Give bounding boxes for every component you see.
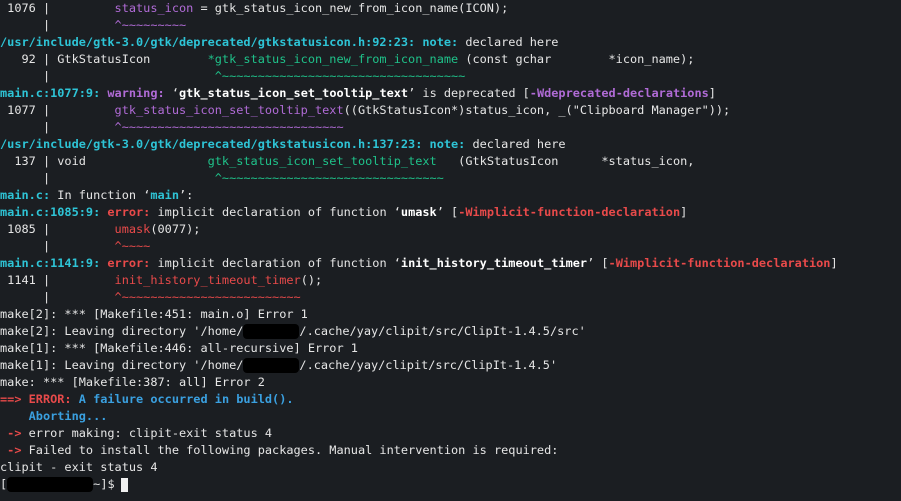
- output-line: | ^~~~~~~~~~: [0, 18, 187, 32]
- output-line: 1077 | gtk_status_icon_set_tooltip_text(…: [0, 103, 731, 117]
- redacted-hostname: xxxxxxxxx: [7, 477, 94, 492]
- output-line: clipit - exit status 4: [0, 460, 158, 474]
- output-line: | ^~~~~~~~~~~~~~~~~~~~~~~~~~~~~~~~: [0, 120, 344, 134]
- shell-prompt[interactable]: [xxxxxxxxx~]$: [0, 476, 901, 493]
- output-line: main.c: In function ‘main’:: [0, 188, 194, 202]
- output-line: main.c:1141:9: error: implicit declarati…: [0, 256, 838, 270]
- output-line: make[2]: *** [Makefile:451: main.o] Erro…: [0, 307, 308, 321]
- output-line: /usr/include/gtk-3.0/gtk/deprecated/gtks…: [0, 35, 559, 49]
- output-line: -> error making: clipit-exit status 4: [0, 426, 273, 440]
- output-line: -> Failed to install the following packa…: [0, 443, 559, 457]
- output-line: main.c:1077:9: warning: ‘gtk_status_icon…: [0, 86, 716, 100]
- output-line: 1085 | umask(0077);: [0, 222, 201, 236]
- output-line: | ^~~~~~~~~~~~~~~~~~~~~~~~~~: [0, 290, 301, 304]
- output-line: make: *** [Makefile:387: all] Error 2: [0, 375, 265, 389]
- redacted-username: xxxxxx: [243, 358, 300, 373]
- output-line: | ^~~~~~~~~~~~~~~~~~~~~~~~~~~~~~~~: [0, 171, 444, 185]
- text-cursor: [120, 477, 128, 492]
- output-line: ==> ERROR: A failure occurred in build()…: [0, 392, 294, 406]
- output-line: 1141 | init_history_timeout_timer();: [0, 273, 323, 287]
- output-line: make[1]: Leaving directory '/home/xxxxxx…: [0, 358, 558, 373]
- redacted-username: xxxxxx: [243, 324, 300, 339]
- output-line: | ^~~~~: [0, 239, 151, 253]
- output-line: 92 | GtkStatusIcon *gtk_status_icon_new_…: [0, 52, 695, 66]
- output-line: main.c:1085:9: error: implicit declarati…: [0, 205, 688, 219]
- output-line: /usr/include/gtk-3.0/gtk/deprecated/gtks…: [0, 137, 566, 151]
- output-line: | ^~~~~~~~~~~~~~~~~~~~~~~~~~~~~~~~~~~: [0, 69, 466, 83]
- output-line: 1076 | status_icon = gtk_status_icon_new…: [0, 1, 509, 15]
- terminal-window[interactable]: 1076 | status_icon = gtk_status_icon_new…: [0, 0, 901, 501]
- output-line: make[1]: *** [Makefile:446: all-recursiv…: [0, 341, 358, 355]
- output-line: make[2]: Leaving directory '/home/xxxxxx…: [0, 324, 586, 339]
- output-line: Aborting...: [0, 409, 108, 423]
- output-line: 137 | void gtk_status_icon_set_tooltip_t…: [0, 154, 695, 168]
